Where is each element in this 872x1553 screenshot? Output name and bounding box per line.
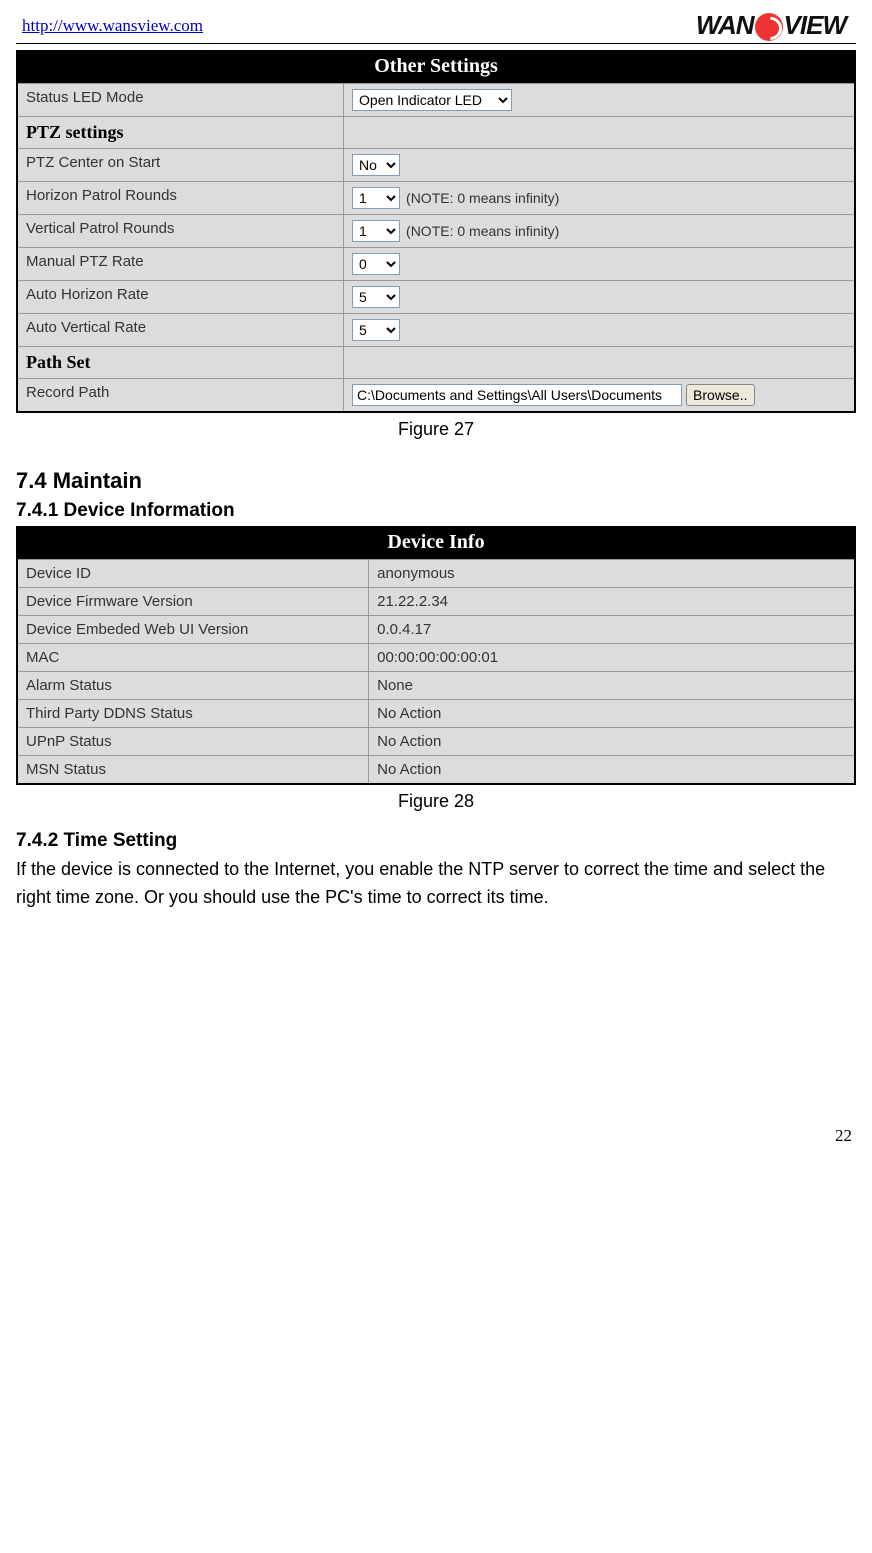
- row-upnp: UPnP Status No Action: [18, 727, 854, 755]
- value-upnp: No Action: [369, 728, 854, 755]
- label-upnp: UPnP Status: [18, 728, 369, 755]
- page-number: 22: [835, 1126, 852, 1146]
- value-alarm: None: [369, 672, 854, 699]
- row-ptz-center: PTZ Center on Start No: [18, 148, 854, 181]
- note-horizon-patrol: (NOTE: 0 means infinity): [406, 190, 559, 206]
- row-record-path: Record Path Browse..: [18, 378, 854, 411]
- label-msn: MSN Status: [18, 756, 369, 783]
- value-webui: 0.0.4.17: [369, 616, 854, 643]
- row-status-led: Status LED Mode Open Indicator LED: [18, 83, 854, 116]
- row-device-id: Device ID anonymous: [18, 559, 854, 587]
- browse-button[interactable]: Browse..: [686, 384, 754, 406]
- value-device-id: anonymous: [369, 560, 854, 587]
- row-mac: MAC 00:00:00:00:00:01: [18, 643, 854, 671]
- label-ddns: Third Party DDNS Status: [18, 700, 369, 727]
- row-path-heading: Path Set: [18, 346, 854, 378]
- heading-7-4-1: 7.4.1 Device Information: [16, 500, 856, 522]
- value-mac: 00:00:00:00:00:01: [369, 644, 854, 671]
- other-settings-panel: Other Settings Status LED Mode Open Indi…: [16, 50, 856, 413]
- row-firmware: Device Firmware Version 21.22.2.34: [18, 587, 854, 615]
- input-record-path[interactable]: [352, 384, 682, 406]
- figure28-caption: Figure 28: [16, 791, 856, 812]
- label-auto-horizon-rate: Auto Horizon Rate: [18, 281, 344, 313]
- other-settings-title: Other Settings: [18, 52, 854, 83]
- value-ddns: No Action: [369, 700, 854, 727]
- label-auto-vertical-rate: Auto Vertical Rate: [18, 314, 344, 346]
- row-ptz-heading: PTZ settings: [18, 116, 854, 148]
- label-horizon-patrol: Horizon Patrol Rounds: [18, 182, 344, 214]
- row-horizon-patrol: Horizon Patrol Rounds 1 (NOTE: 0 means i…: [18, 181, 854, 214]
- label-manual-rate: Manual PTZ Rate: [18, 248, 344, 280]
- value-firmware: 21.22.2.34: [369, 588, 854, 615]
- device-info-title: Device Info: [18, 528, 854, 559]
- select-manual-rate[interactable]: 0: [352, 253, 400, 275]
- row-alarm: Alarm Status None: [18, 671, 854, 699]
- select-auto-horizon-rate[interactable]: 5: [352, 286, 400, 308]
- select-ptz-center[interactable]: No: [352, 154, 400, 176]
- figure27-caption: Figure 27: [16, 419, 856, 440]
- logo-swirl-icon: [755, 13, 783, 41]
- row-ddns: Third Party DDNS Status No Action: [18, 699, 854, 727]
- logo-text-left: WAN: [696, 10, 754, 40]
- row-manual-rate: Manual PTZ Rate 0: [18, 247, 854, 280]
- row-msn: MSN Status No Action: [18, 755, 854, 783]
- label-ptz-center: PTZ Center on Start: [18, 149, 344, 181]
- select-vertical-patrol[interactable]: 1: [352, 220, 400, 242]
- label-mac: MAC: [18, 644, 369, 671]
- select-status-led[interactable]: Open Indicator LED: [352, 89, 512, 111]
- label-status-led: Status LED Mode: [18, 84, 344, 116]
- label-firmware: Device Firmware Version: [18, 588, 369, 615]
- label-alarm: Alarm Status: [18, 672, 369, 699]
- row-webui: Device Embeded Web UI Version 0.0.4.17: [18, 615, 854, 643]
- device-info-panel: Device Info Device ID anonymous Device F…: [16, 526, 856, 785]
- value-msn: No Action: [369, 756, 854, 783]
- label-record-path: Record Path: [18, 379, 344, 411]
- page-header: http://www.wansview.com WAN VIEW: [16, 10, 856, 44]
- heading-7-4-2: 7.4.2 Time Setting: [16, 830, 856, 852]
- note-vertical-patrol: (NOTE: 0 means infinity): [406, 223, 559, 239]
- row-auto-vertical-rate: Auto Vertical Rate 5: [18, 313, 854, 346]
- logo-text-right: VIEW: [784, 10, 846, 40]
- header-url-link[interactable]: http://www.wansview.com: [16, 16, 203, 36]
- label-path-heading: Path Set: [18, 347, 344, 378]
- body-7-4-2: If the device is connected to the Intern…: [16, 856, 856, 912]
- label-webui: Device Embeded Web UI Version: [18, 616, 369, 643]
- row-vertical-patrol: Vertical Patrol Rounds 1 (NOTE: 0 means …: [18, 214, 854, 247]
- label-ptz-heading: PTZ settings: [18, 117, 344, 148]
- label-vertical-patrol: Vertical Patrol Rounds: [18, 215, 344, 247]
- select-horizon-patrol[interactable]: 1: [352, 187, 400, 209]
- select-auto-vertical-rate[interactable]: 5: [352, 319, 400, 341]
- label-device-id: Device ID: [18, 560, 369, 587]
- row-auto-horizon-rate: Auto Horizon Rate 5: [18, 280, 854, 313]
- brand-logo: WAN VIEW: [696, 10, 856, 41]
- heading-7-4: 7.4 Maintain: [16, 468, 856, 494]
